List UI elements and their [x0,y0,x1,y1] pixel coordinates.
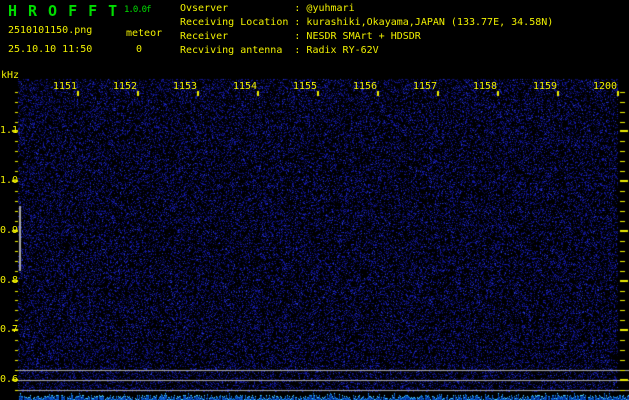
time-tick-label: 1155 [292,81,318,92]
hrofft-window: { "app": { "title": "HROFFT", "version":… [0,0,629,400]
time-tick-label: 1200 [592,81,618,92]
freq-tick-label: 1.0 [0,175,19,186]
freq-tick-label: 1.1 [0,125,19,136]
time-tick-label: 1151 [52,81,78,92]
time-tick-label: 1153 [172,81,198,92]
time-tick-label: 1158 [472,81,498,92]
freq-tick-label: 0.6 [0,374,19,385]
freq-tick-label: 0.9 [0,225,19,236]
time-tick-label: 1154 [232,81,258,92]
freq-tick-label: 0.8 [0,275,19,286]
time-tick-label: 1152 [112,81,138,92]
time-tick-label: 1156 [352,81,378,92]
freq-tick-label: 0.7 [0,324,19,335]
time-tick-label: 1157 [412,81,438,92]
time-tick-label: 1159 [532,81,558,92]
axis-labels-layer: 0.6 0.7 0.8 0.9 1.0 1.1 1151 1152 1153 1154 1155 11… [0,0,629,400]
